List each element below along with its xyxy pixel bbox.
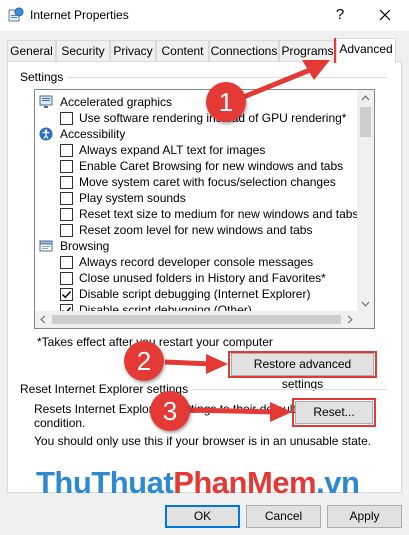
arrow-line-3 [186,407,277,415]
step-3-badge: 3 [150,391,190,431]
step-1-badge: 1 [206,82,246,122]
arrow-line-1 [235,67,311,103]
step-2-badge: 2 [124,341,164,381]
annotation-arrows [164,60,330,422]
arrow-head-2-icon [206,354,228,374]
tab-advanced[interactable]: Advanced [336,38,396,63]
arrow-head-3-icon [270,402,292,422]
arrow-line-2 [164,359,213,367]
